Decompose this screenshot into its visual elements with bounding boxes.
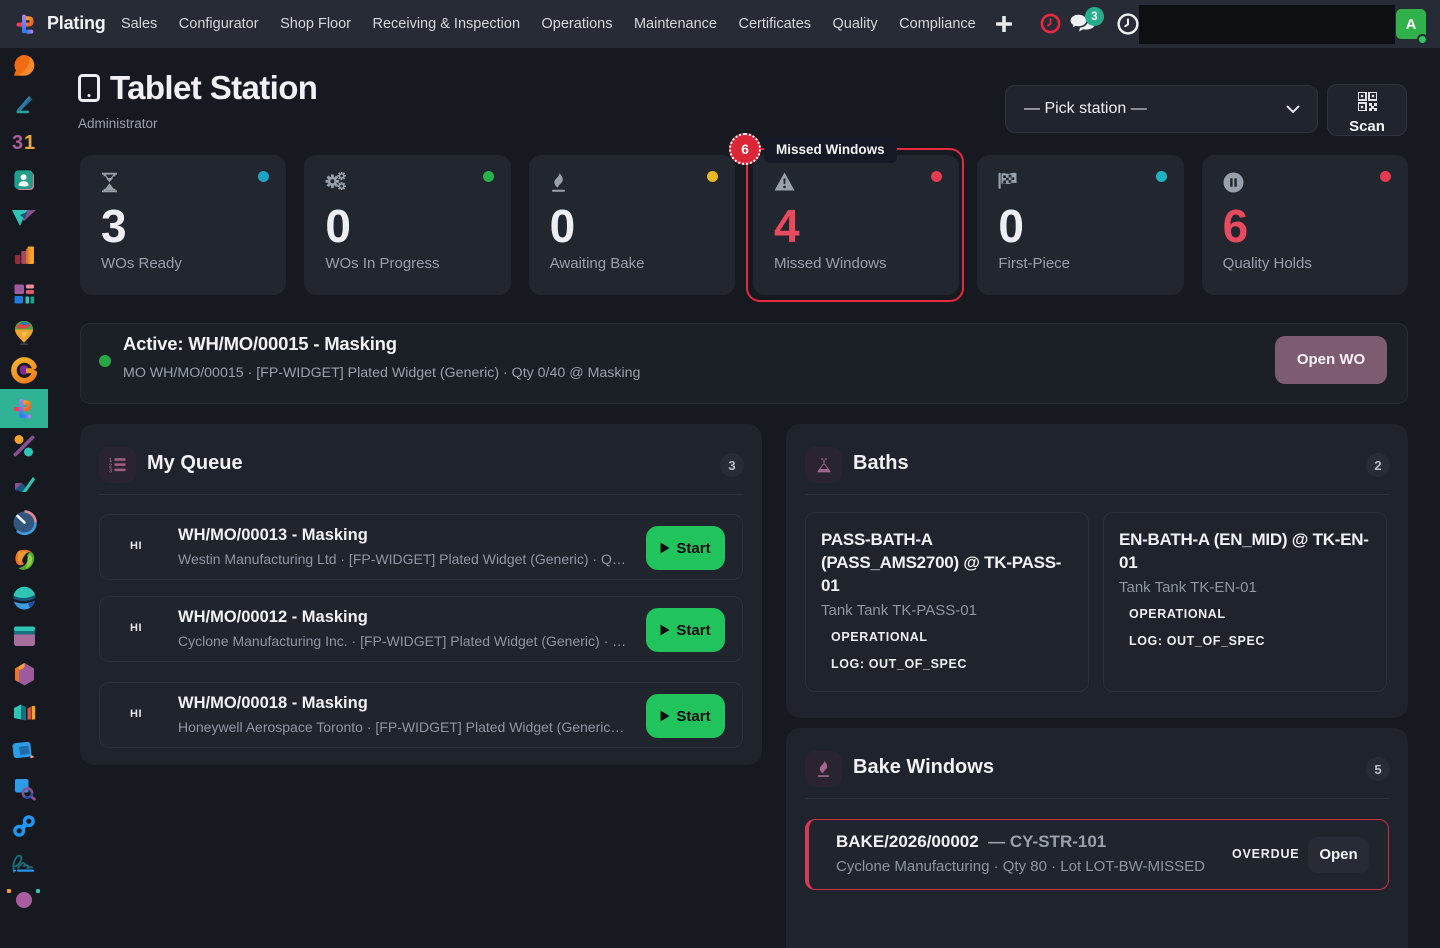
svg-text:3: 3 (12, 132, 23, 154)
svg-text:3: 3 (109, 469, 112, 473)
svg-text:1: 1 (24, 132, 35, 154)
